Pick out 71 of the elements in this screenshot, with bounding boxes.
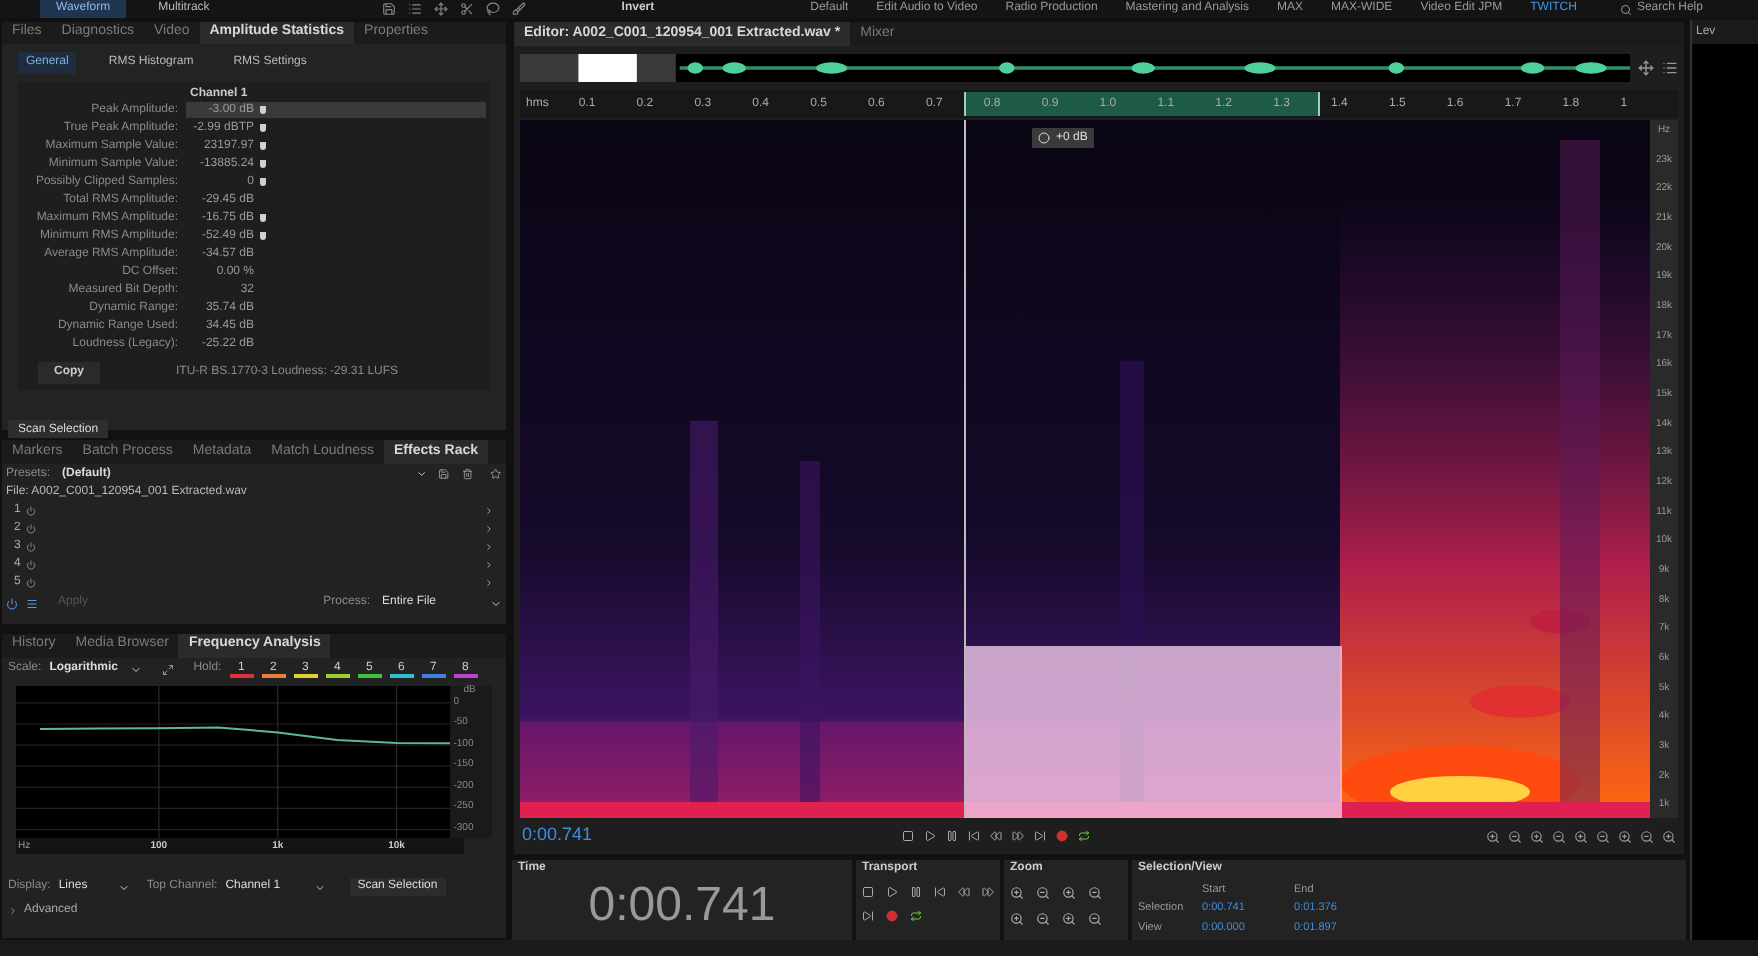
caret-icon[interactable] — [118, 881, 131, 894]
list-icon[interactable] — [1662, 60, 1678, 76]
marker-icon[interactable] — [260, 124, 266, 132]
zoom-out-icon[interactable] — [1036, 886, 1050, 900]
zoom-out-icon[interactable] — [1640, 829, 1654, 843]
power-icon[interactable] — [26, 578, 36, 588]
zoom-out-icon[interactable] — [1508, 829, 1522, 843]
lasso-icon[interactable] — [485, 2, 500, 16]
marker-icon[interactable] — [260, 142, 266, 150]
move-icon[interactable] — [1638, 60, 1654, 76]
stop-icon[interactable] — [902, 830, 914, 842]
zoom-out-icon[interactable] — [1596, 829, 1610, 843]
marker-icon[interactable] — [260, 178, 266, 186]
save-icon[interactable] — [381, 2, 396, 16]
trash-icon[interactable] — [461, 468, 473, 480]
skip-back-icon[interactable] — [934, 886, 946, 898]
marker-icon[interactable] — [260, 160, 266, 168]
skip-forward-icon[interactable] — [1034, 830, 1046, 842]
fast-forward-icon[interactable] — [982, 886, 994, 898]
knob-icon[interactable] — [1038, 132, 1050, 144]
power-icon[interactable] — [26, 542, 36, 552]
zoom-out-icon[interactable] — [1088, 912, 1102, 926]
rewind-icon[interactable] — [990, 830, 1002, 842]
loop-icon[interactable] — [910, 910, 922, 922]
caret-icon[interactable] — [415, 468, 427, 480]
zoom-in-icon[interactable] — [1662, 829, 1676, 843]
zoom-in-icon[interactable] — [1062, 886, 1076, 900]
marker-icon[interactable] — [260, 106, 266, 114]
zoom-in-icon[interactable] — [1530, 829, 1544, 843]
save-icon[interactable] — [438, 468, 450, 480]
skip-forward-icon[interactable] — [862, 910, 874, 922]
scissors-icon[interactable] — [459, 2, 474, 16]
play-icon[interactable] — [886, 886, 898, 898]
brush-icon[interactable] — [511, 2, 526, 16]
zoom-out-icon[interactable] — [1552, 829, 1566, 843]
move-icon[interactable] — [433, 2, 448, 16]
caret-icon[interactable] — [129, 663, 142, 676]
zoom-in-icon[interactable] — [1574, 829, 1588, 843]
time-display: 0:00.741 — [586, 878, 778, 934]
zoom-in-icon[interactable] — [1010, 912, 1024, 926]
zoom-in-icon[interactable] — [1486, 829, 1500, 843]
stop-icon[interactable] — [862, 886, 874, 898]
list-icon[interactable] — [407, 2, 422, 16]
marker-icon[interactable] — [260, 214, 266, 222]
record-icon[interactable] — [1056, 830, 1068, 842]
record-icon[interactable] — [886, 910, 898, 922]
power-icon[interactable] — [26, 506, 36, 516]
zoom-out-icon[interactable] — [1036, 912, 1050, 926]
play-icon[interactable] — [924, 830, 936, 842]
zoom-in-icon[interactable] — [1010, 886, 1024, 900]
pause-icon[interactable] — [946, 830, 958, 842]
pause-icon[interactable] — [910, 886, 922, 898]
search-icon[interactable] — [1620, 3, 1633, 15]
caret-icon[interactable] — [490, 597, 502, 609]
rewind-icon[interactable] — [958, 886, 970, 898]
marker-icon[interactable] — [260, 232, 266, 240]
fast-forward-icon[interactable] — [1012, 830, 1024, 842]
power-icon[interactable] — [26, 524, 36, 534]
power-icon[interactable] — [26, 560, 36, 570]
menu-icon[interactable] — [26, 597, 38, 609]
zoom-in-icon[interactable] — [1618, 829, 1632, 843]
current-time: 0:00.741 — [522, 822, 595, 849]
caret-icon[interactable] — [313, 881, 326, 894]
selection-range[interactable] — [964, 92, 1320, 116]
loop-icon[interactable] — [1078, 830, 1090, 842]
skip-back-icon[interactable] — [968, 830, 980, 842]
zoom-in-icon[interactable] — [1062, 912, 1076, 926]
caret-icon[interactable] — [8, 905, 18, 916]
power-icon[interactable] — [6, 597, 18, 609]
zoom-out-icon[interactable] — [1088, 886, 1102, 900]
star-icon[interactable] — [490, 468, 503, 480]
